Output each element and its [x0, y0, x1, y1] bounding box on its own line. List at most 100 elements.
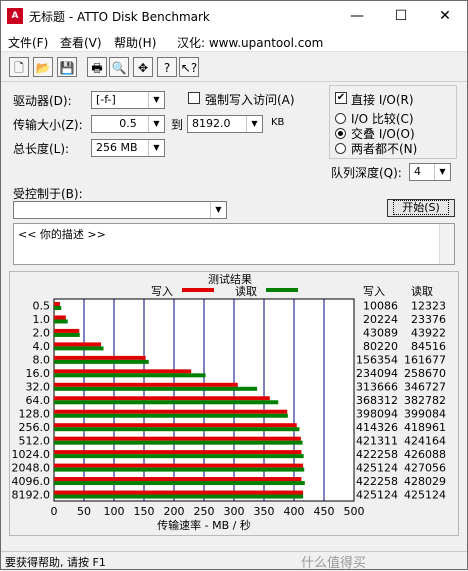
toolbar: 🗋 📂 💾 🖶 🔍 ✥ ? ↖?: [1, 53, 467, 82]
read-value: 84516: [411, 340, 446, 353]
window-title: 无标题 - ATTO Disk Benchmark: [29, 10, 210, 24]
transfer-to-select[interactable]: 8192.0 ▼: [187, 115, 263, 133]
new-icon[interactable]: 🗋: [9, 57, 29, 77]
read-value: 23376: [411, 313, 446, 326]
x-tick-label: 400: [284, 505, 305, 518]
read-bar: [54, 306, 62, 310]
description-text: << 你的描述 >>: [18, 228, 106, 241]
write-bar: [54, 382, 238, 387]
x-tick-label: 250: [194, 505, 215, 518]
watermark: 什么值得买: [301, 556, 367, 571]
write-bar: [54, 328, 80, 333]
transfer-size-label: 传输大小(Z):: [13, 118, 83, 132]
write-bar: [54, 477, 302, 482]
save-icon[interactable]: 💾: [57, 57, 77, 77]
read-value: 161677: [404, 354, 446, 367]
write-bar: [54, 409, 288, 414]
neither-radio[interactable]: [335, 143, 346, 154]
x-tick-label: 300: [224, 505, 245, 518]
read-bar: [54, 427, 300, 432]
queue-depth-select[interactable]: 4 ▼: [409, 163, 451, 181]
total-length-value: 256 MB: [96, 141, 138, 154]
move-icon[interactable]: ✥: [133, 57, 153, 77]
close-button[interactable]: ✕: [423, 1, 467, 31]
chevron-down-icon[interactable]: ▼: [148, 92, 164, 108]
title-bar: A 无标题 - ATTO Disk Benchmark — ☐ ✕: [1, 1, 467, 31]
y-tick-label: 2.0: [33, 327, 51, 340]
io-compare-radio[interactable]: [335, 113, 346, 124]
x-tick-labels: 0 50 100 150 200 250 300 350 400 450 500: [51, 505, 365, 518]
y-tick-label: 0.5: [33, 300, 51, 313]
total-length-label: 总长度(L):: [13, 142, 70, 156]
read-bar: [54, 467, 305, 472]
read-value: 426088: [404, 448, 446, 461]
print-preview-icon[interactable]: 🔍: [109, 57, 129, 77]
read-bar: [54, 332, 80, 337]
chevron-down-icon[interactable]: ▼: [148, 140, 164, 156]
write-bar: [54, 490, 304, 495]
x-tick-label: 150: [134, 505, 155, 518]
write-value: 43089: [363, 327, 398, 340]
drive-select[interactable]: [-f-] ▼: [91, 91, 165, 109]
y-tick-label: 8192.0: [12, 488, 51, 501]
direct-io-checkbox[interactable]: ✔: [335, 92, 347, 104]
print-icon[interactable]: 🖶: [87, 57, 107, 77]
y-tick-label: 64.0: [26, 394, 51, 407]
x-axis-label: 传输速率 - MB / 秒: [157, 518, 251, 532]
y-tick-label: 8.0: [33, 354, 51, 367]
maximize-button[interactable]: ☐: [379, 1, 423, 31]
x-tick-label: 450: [314, 505, 335, 518]
read-bar: [54, 386, 258, 391]
y-tick-label: 512.0: [19, 434, 51, 447]
force-write-checkbox[interactable]: [188, 92, 200, 104]
read-bar: [54, 359, 149, 364]
read-value: 418961: [404, 421, 446, 434]
context-help-icon[interactable]: ↖?: [179, 57, 199, 77]
y-tick-label: 1.0: [33, 313, 51, 326]
y-tick-label: 16.0: [26, 367, 51, 380]
help-icon[interactable]: ?: [157, 57, 177, 77]
read-value: 425124: [404, 488, 446, 501]
unit-label: KB: [271, 117, 285, 128]
write-value: 80220: [363, 340, 398, 353]
open-icon[interactable]: 📂: [33, 57, 53, 77]
menu-view[interactable]: 查看(V): [60, 34, 102, 51]
status-bar: 要获得帮助, 请按 F1 什么值得买: [1, 551, 467, 571]
minimize-button[interactable]: —: [335, 1, 379, 31]
write-value: 398094: [356, 407, 398, 420]
write-value: 20224: [363, 313, 398, 326]
chevron-down-icon[interactable]: ▼: [148, 116, 164, 132]
start-button[interactable]: 开始(S): [387, 199, 455, 217]
controlled-by-select[interactable]: ▼: [13, 201, 227, 219]
scrollbar[interactable]: [439, 224, 454, 264]
write-value: 234094: [356, 367, 398, 380]
menu-translator[interactable]: 汉化: www.upantool.com: [177, 34, 323, 51]
neither-label: 两者都不(N): [351, 142, 418, 156]
write-bar: [54, 396, 270, 401]
chevron-down-icon[interactable]: ▼: [210, 202, 226, 218]
description-textarea[interactable]: << 你的描述 >>: [13, 223, 455, 265]
transfer-from-select[interactable]: 0.5 ▼: [91, 115, 165, 133]
read-value: 399084: [404, 407, 446, 420]
y-tick-label: 2048.0: [12, 461, 51, 474]
write-value: 425124: [356, 461, 398, 474]
menu-help[interactable]: 帮助(H): [114, 34, 156, 51]
chevron-down-icon[interactable]: ▼: [246, 116, 262, 132]
write-bar: [54, 450, 302, 455]
drive-label: 驱动器(D):: [13, 94, 72, 108]
read-bar: [54, 440, 303, 445]
write-bar: [54, 369, 192, 374]
write-value: 421311: [356, 434, 398, 447]
force-write-label: 强制写入访问(A): [205, 93, 295, 107]
menu-bar: 文件(F) 查看(V) 帮助(H) 汉化: www.upantool.com: [1, 31, 467, 52]
transfer-from-value: 0.5: [119, 117, 137, 130]
chevron-down-icon[interactable]: ▼: [434, 164, 450, 180]
transfer-to-value: 8192.0: [192, 117, 231, 130]
queue-depth-value: 4: [414, 165, 421, 178]
x-tick-label: 50: [77, 505, 91, 518]
y-tick-label: 32.0: [26, 381, 51, 394]
menu-file[interactable]: 文件(F): [8, 34, 48, 51]
overlap-io-radio[interactable]: [335, 128, 346, 139]
total-length-select[interactable]: 256 MB ▼: [91, 139, 165, 157]
direct-io-label: 直接 I/O(R): [351, 93, 414, 107]
